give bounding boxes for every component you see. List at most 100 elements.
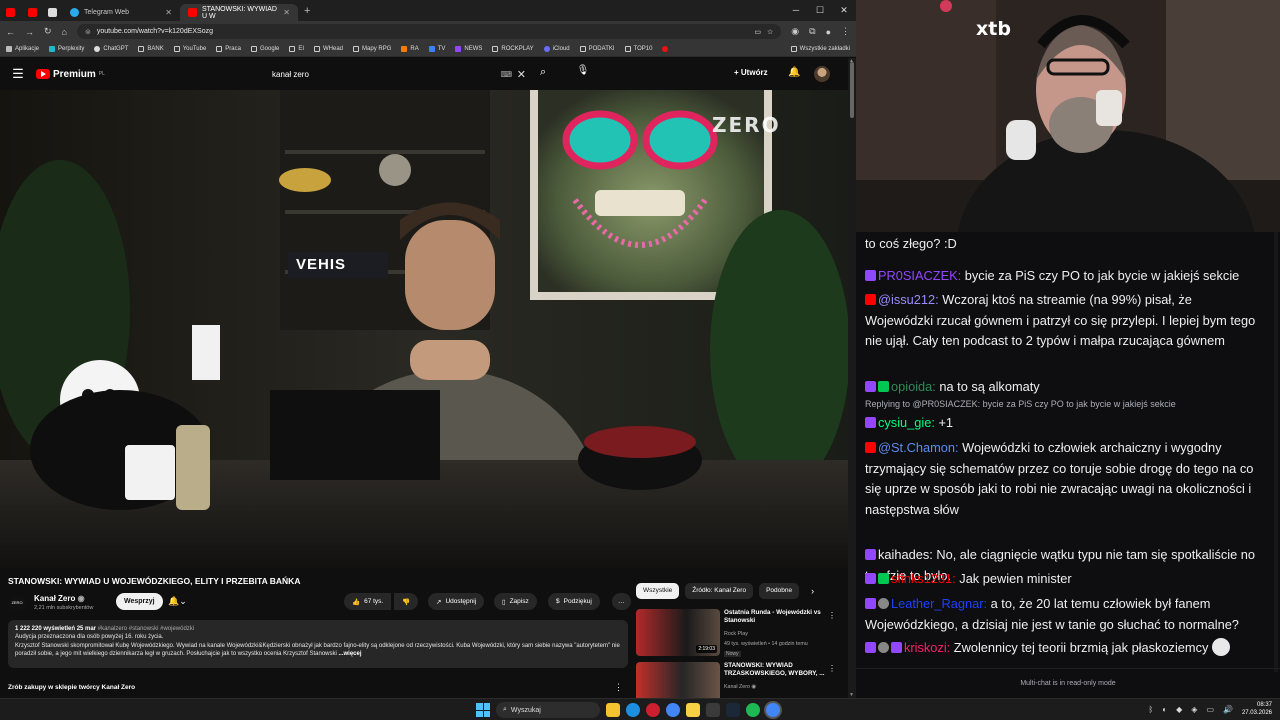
spotify-icon[interactable] [746,703,760,717]
cast-icon[interactable]: ▭ [754,28,761,36]
thanks-button[interactable]: $ Podziękuj [548,593,600,610]
chip-similar[interactable]: Podobne [759,583,800,599]
close-tab-icon[interactable]: ✕ [283,8,290,17]
discord-icon[interactable]: ◐ [1162,705,1167,714]
bookmark-folder[interactable]: WHead [314,46,343,52]
minimize-icon[interactable]: ─ [784,0,808,21]
menu-dots-icon[interactable]: ⋮ [828,611,836,620]
channel-avatar[interactable]: ZERO [8,596,26,610]
download-icon[interactable] [706,703,720,717]
tab-telegram[interactable]: Telegram Web ✕ [62,4,180,21]
video-player[interactable]: ZERO VEHIS [0,90,848,568]
tray-app-icon[interactable]: ◆ [1176,705,1182,714]
chrome-icon[interactable] [666,703,680,717]
menu-icon[interactable]: ☰ [0,66,36,82]
tray-app-icon[interactable]: ◈ [1191,705,1197,714]
scrollbar-thumb[interactable] [850,62,854,118]
chat-username[interactable]: kriskozi: [904,640,950,655]
close-tab-icon[interactable]: ✕ [165,8,172,17]
related-video[interactable]: STANOWSKI: WYWIAD TRZASKOWSKIEGO, WYBORY… [636,662,836,698]
tab-pinned-youtube-2[interactable] [22,4,44,21]
chat-scrollbar[interactable] [1274,232,1278,672]
extension-icon[interactable]: ◉ [791,26,799,37]
new-tab-button[interactable]: + [304,5,310,17]
like-button[interactable]: 👍 67 tys. [344,593,392,610]
share-button[interactable]: ↗ Udostępnij [428,593,485,610]
save-button[interactable]: ▯ Zapisz [494,593,537,610]
maximize-icon[interactable]: ☐ [808,0,832,21]
hashtags[interactable]: #kanalzero #stanowski #wojewódzki [98,626,194,632]
subscription-bell-icon[interactable]: 🔔⌄ [168,596,187,607]
reload-icon[interactable]: ↻ [44,26,52,37]
volume-icon[interactable]: 🔊 [1223,705,1233,714]
chevron-right-icon[interactable]: › [811,586,814,596]
menu-dots-icon[interactable]: ⋮ [828,664,836,673]
close-icon[interactable]: ✕ [832,0,856,21]
site-info-icon[interactable]: ⊜ [85,28,91,36]
chat-username[interactable]: @St.Chamon: [878,440,959,455]
bookmark-item[interactable]: RA [401,46,419,52]
avatar[interactable] [814,66,830,82]
related-video[interactable]: 2:19:03 Ostatnia Runda - Wojewódzki vs S… [636,609,836,665]
notifications-icon[interactable]: 🔔 [788,67,800,78]
bookmark-item[interactable] [662,46,671,52]
bookmark-folder[interactable]: Mapy RPG [353,46,391,52]
search-input[interactable]: kanał zero ⌨ ✕ [264,63,534,85]
bookmark-folder[interactable]: YouTube [173,46,206,52]
taskbar-search[interactable]: ⌕ Wyszukaj [496,702,600,718]
windows-start-icon[interactable] [476,703,490,717]
bookmark-item[interactable]: iCloud [543,46,570,52]
tab-youtube-video[interactable]: STANOWSKI: WYWIAD U W ✕ [180,4,298,21]
keyboard-icon[interactable]: ⌨ [500,70,512,79]
related-channel[interactable]: Kanał Zero ◉ [724,684,756,690]
steam-icon[interactable] [726,703,740,717]
related-channel[interactable]: Rock Play [724,631,748,637]
search-icon[interactable]: ⌕ [540,66,546,79]
all-bookmarks[interactable]: Wszystkie zakładki [790,46,850,52]
dislike-button[interactable]: 👎 [394,593,419,610]
bookmark-item[interactable]: Perplexity [49,46,84,52]
bookmark-item[interactable]: TV [428,46,445,52]
show-more-link[interactable]: ...więcej [339,651,362,657]
menu-dots-icon[interactable]: ⋮ [841,26,850,37]
notes-icon[interactable] [686,703,700,717]
bookmark-folder[interactable]: ROCKPLAY [492,46,534,52]
back-icon[interactable]: ← [6,27,15,37]
bookmark-item[interactable]: Aplikacje [6,46,39,52]
clock[interactable]: 08:37 27.03.2026 [1242,701,1272,717]
bookmark-folder[interactable]: BANK [138,46,164,52]
bookmark-item[interactable]: ChatGPT [94,46,128,52]
shop-link[interactable]: Zrób zakupy w sklepie twórcy Kanał Zero [8,684,135,691]
more-actions-button[interactable]: … [612,593,631,610]
profile-icon[interactable]: ● [826,27,831,37]
opera-icon[interactable] [646,703,660,717]
related-title[interactable]: Ostatnia Runda - Wojewódzki vs Stanowski [724,609,828,625]
network-icon[interactable]: ▭ [1206,705,1214,714]
channel-name[interactable]: Kanał Zero ◉ [34,594,85,603]
chat-username[interactable]: cysiu_gie: [878,415,935,430]
tab-pinned-wikipedia[interactable] [44,4,62,21]
chip-all[interactable]: Wszystkie [636,583,680,599]
chip-source[interactable]: Źródło: Kanał Zero [685,583,754,599]
chat-username[interactable]: PR0SIACZEK: [878,268,961,283]
puzzle-icon[interactable]: ⧉ [809,26,815,37]
chat-username[interactable]: Leather_Ragnar: [891,596,987,611]
chat-username[interactable]: kaihades: [878,547,933,562]
bookmark-folder[interactable]: EI [289,46,304,52]
video-thumbnail[interactable] [636,662,720,698]
chat-username[interactable]: opioida: [891,379,936,394]
star-icon[interactable]: ☆ [767,28,773,36]
bluetooth-icon[interactable]: ᛒ [1148,705,1153,714]
page-scrollbar[interactable]: ▲ ▼ [848,58,856,698]
youtube-logo[interactable]: Premium PL [36,69,105,80]
shop-menu-icon[interactable]: ⋮ [614,682,623,693]
address-bar[interactable]: ⊜ youtube.com/watch?v=k120dEXSozg ▭ ☆ [76,24,782,39]
bookmark-folder[interactable]: Google [250,46,279,52]
bookmark-folder[interactable]: PODATKI [579,46,615,52]
related-title[interactable]: STANOWSKI: WYWIAD TRZASKOWSKIEGO, WYBORY… [724,662,828,678]
support-button[interactable]: Wesprzyj [116,593,163,610]
home-icon[interactable]: ⌂ [62,27,67,37]
video-description[interactable]: 1 222 220 wyświetleń 25 mar #kanalzero #… [8,620,628,668]
chrome-active-icon[interactable] [766,703,780,717]
chat-username[interactable]: sfinks1231: [891,571,956,586]
